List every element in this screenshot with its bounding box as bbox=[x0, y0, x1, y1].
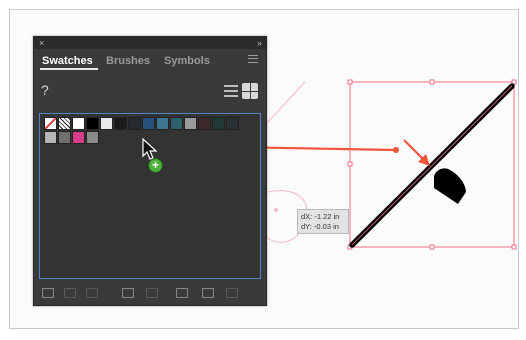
bbox-handle[interactable] bbox=[511, 244, 517, 250]
list-view-icon[interactable] bbox=[224, 85, 238, 97]
guide-line bbox=[264, 81, 306, 126]
swatch-gray-2[interactable] bbox=[184, 117, 197, 130]
swatch-gray-1[interactable] bbox=[100, 117, 113, 130]
swatch-brown-1[interactable] bbox=[198, 117, 211, 130]
new-swatch-icon[interactable] bbox=[202, 288, 214, 298]
dy-readout: dY: -0.03 in bbox=[301, 222, 339, 231]
swatch-none[interactable] bbox=[44, 117, 57, 130]
show-kinds-icon[interactable] bbox=[86, 288, 98, 298]
pointer-cursor-icon bbox=[142, 138, 158, 160]
tab-symbols[interactable]: Symbols bbox=[164, 55, 210, 67]
collapse-icon[interactable]: » bbox=[257, 37, 262, 49]
swatch-gray-5[interactable] bbox=[86, 131, 99, 144]
black-blob-shape[interactable] bbox=[434, 168, 466, 204]
bbox-handle[interactable] bbox=[347, 161, 353, 167]
panel-bottom-toolbar bbox=[34, 281, 266, 305]
bbox-handle[interactable] bbox=[429, 79, 435, 85]
tab-swatches[interactable]: Swatches bbox=[42, 55, 93, 67]
move-offset-tooltip: dX: -1.22 in dY: -0.03 in bbox=[297, 209, 349, 234]
swatch-teal-1[interactable] bbox=[170, 117, 183, 130]
bbox-handle[interactable] bbox=[429, 244, 435, 250]
panel-title-bar[interactable]: × » bbox=[34, 37, 266, 49]
path-outline bbox=[351, 85, 513, 246]
swatch-steel-1[interactable] bbox=[156, 117, 169, 130]
new-group-icon[interactable] bbox=[176, 288, 188, 298]
swatches-panel[interactable]: × » Swatches Brushes Symbols ? bbox=[33, 36, 267, 306]
tab-brushes[interactable]: Brushes bbox=[106, 55, 150, 67]
dx-readout: dX: -1.22 in bbox=[301, 212, 340, 221]
swatch-registration[interactable] bbox=[58, 117, 71, 130]
panel-menu-icon[interactable] bbox=[248, 55, 258, 63]
swatch-libraries-icon[interactable] bbox=[42, 288, 54, 298]
annotation-arrow-small bbox=[403, 139, 430, 166]
swatch-teal-2[interactable] bbox=[212, 117, 225, 130]
swatch-blue-1[interactable] bbox=[142, 117, 155, 130]
swatch-dark-1[interactable] bbox=[114, 117, 127, 130]
swatch-gray-3[interactable] bbox=[44, 131, 57, 144]
swatch-white[interactable] bbox=[72, 117, 85, 130]
swatch-dark-2[interactable] bbox=[128, 117, 141, 130]
add-plus-icon: + bbox=[149, 159, 162, 172]
fill-stroke-icon[interactable]: ? bbox=[41, 83, 63, 103]
swatch-magenta-1[interactable] bbox=[72, 131, 85, 144]
bbox-handle[interactable] bbox=[347, 79, 353, 85]
anchor-point bbox=[274, 208, 278, 212]
color-group-icon[interactable] bbox=[146, 288, 158, 298]
fill-stroke-glyph: ? bbox=[41, 82, 49, 98]
swatch-black[interactable] bbox=[86, 117, 99, 130]
active-tab-indicator bbox=[40, 68, 98, 70]
swatch-options-icon[interactable] bbox=[122, 288, 134, 298]
swatch-slate-1[interactable] bbox=[226, 117, 239, 130]
grid-view-icon[interactable] bbox=[242, 83, 258, 99]
add-to-library-icon[interactable] bbox=[64, 288, 76, 298]
close-icon[interactable]: × bbox=[39, 37, 44, 49]
swatch-gray-4[interactable] bbox=[58, 131, 71, 144]
delete-swatch-icon[interactable] bbox=[226, 288, 238, 298]
